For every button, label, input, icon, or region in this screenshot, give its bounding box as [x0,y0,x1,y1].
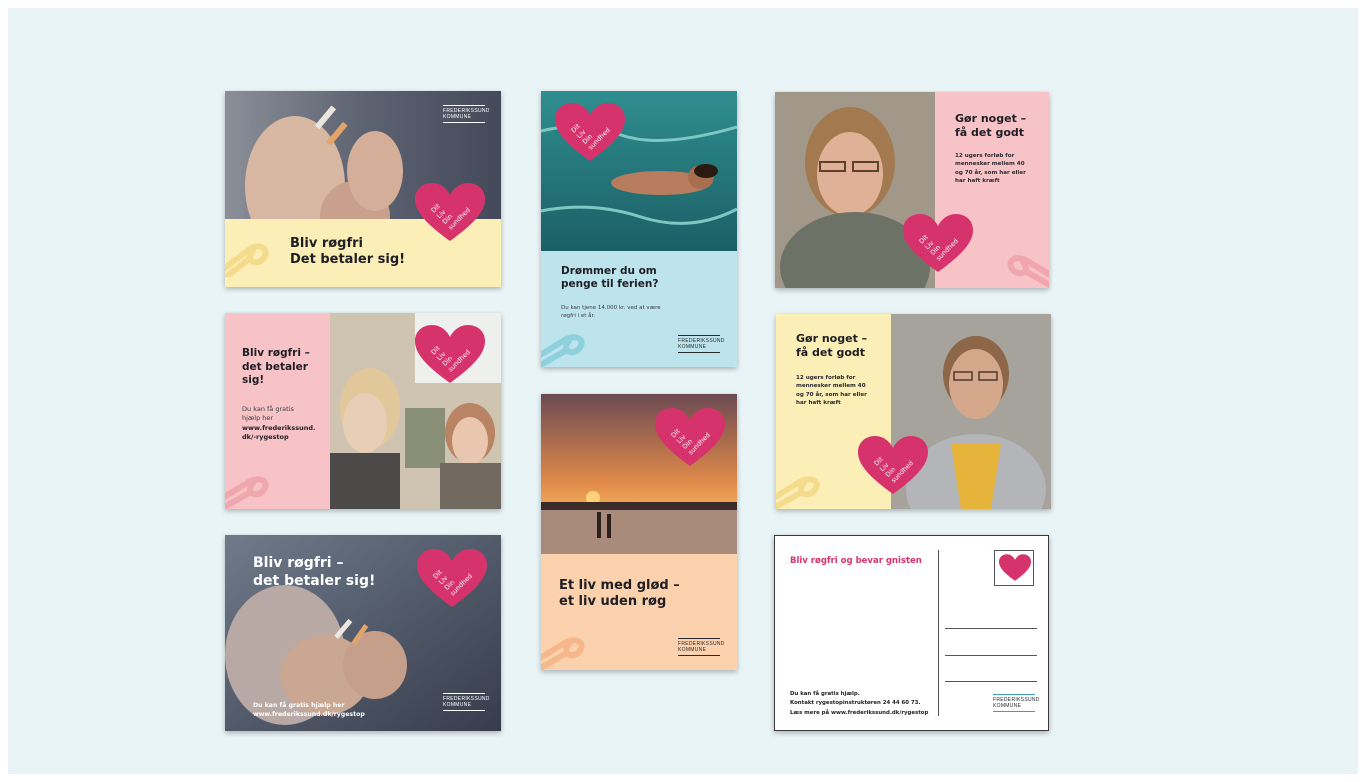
card-headline: Gør noget – få det godt [955,112,1026,140]
card-body: 12 ugers forløb for mennesker mellem 40 … [955,152,1026,186]
brand-wave-decoration [776,469,836,509]
footer-line-2: Kontakt rygestopinstruktøren 24 44 60 73… [790,700,921,707]
dit-liv-din-sundhed-heart-logo: Dit Liv Din sundhed [858,436,928,496]
stamp-box [994,550,1034,586]
card-headline: Gør noget – få det godt [796,332,867,360]
postcard-quit-smoking-dark: Bliv røgfri – det betaler sig! Dit Liv D… [225,535,501,731]
card-headline: Bliv røgfri Det betaler sig! [290,236,405,269]
postcard-quit-smoking-pink: Bliv røgfri – det betaler sig! Du kan få… [225,313,501,509]
card-body: 12 ugers forløb for mennesker mellem 40 … [796,374,867,408]
frederikssund-logo: FREDERIKSSUND KOMMUNE [443,693,490,711]
logo-line-2: KOMMUNE [993,703,1022,709]
frederikssund-logo: FREDERIKSSUND KOMMUNE [678,638,725,656]
body-line-2: hjælp her [242,414,274,423]
heart-stamp-icon [999,554,1031,581]
card-headline: Drømmer du om penge til ferien? [561,265,658,291]
body-line-4: har haft kræft [796,400,841,407]
headline-line-1: Drømmer du om [561,265,657,277]
body-line-3: og 70 år, som har eller [796,391,867,398]
frederikssund-logo: FREDERIKSSUND KOMMUNE [443,105,490,123]
card-headline: Bliv røgfri – det betaler sig! [242,347,310,388]
body-line-2: mennesker mellem 40 [955,161,1025,168]
postcard-footer: Du kan få gratis hjælp. Kontakt rygestop… [790,690,928,718]
headline-line-1: Bliv røgfri – [242,347,310,359]
body-line-1: 12 ugers forløb for [955,153,1015,159]
brand-wave-decoration [225,469,285,509]
website-link-line-2[interactable]: dk/-rygestop [242,433,315,442]
dit-liv-din-sundhed-heart-logo: Dit Liv Din sundhed [417,549,487,609]
postcard-vacation-money-blue: Dit Liv Din sundhed Drømmer du om penge … [541,91,737,367]
dit-liv-din-sundhed-heart-logo: Dit Liv Din sundhed [655,408,725,468]
brand-wave-decoration [991,248,1049,288]
headline-line-2: få det godt [955,125,1025,139]
body-line-2: mennesker mellem 40 [796,383,866,390]
postcard-cancer-course-man: Gør noget – få det godt 12 ugers forløb … [776,314,1051,509]
headline-line-1: Gør noget – [796,332,868,345]
headline-line-1: Gør noget – [955,112,1027,125]
dit-liv-din-sundhed-heart-logo: Dit Liv Din sundhed [903,214,973,274]
headline-line-1: Et liv med glød – [559,578,680,593]
postcard-divider [938,550,939,716]
card-body: Du kan få gratis hjælp her www.frederiks… [242,405,315,443]
address-line-1[interactable] [945,628,1037,629]
headline-line-2: det betaler sig! [253,572,376,589]
frederikssund-logo: FREDERIKSSUND KOMMUNE [993,694,1040,712]
body-line-4: har haft kræft [955,178,1000,185]
logo-line-2: KOMMUNE [678,344,707,350]
headline-line-2: penge til ferien? [561,278,659,291]
headline-line-2: et liv uden røg [559,594,667,610]
headline-line-2: det betaler [242,360,308,373]
headline-line-1: Bliv røgfri – [253,555,344,571]
card-footer: Du kan få gratis hjælp her www.frederiks… [253,701,365,720]
dit-liv-din-sundhed-heart-logo: Dit Liv Din sundhed [555,103,625,163]
card-body: Du kan tjene 14.000 kr. ved at være røgf… [561,304,661,321]
headline-line-3: sig! [242,374,265,387]
address-line-2[interactable] [945,655,1037,656]
footer-line-3: Læs mere på www.frederikssund.dk/rygesto… [790,709,929,716]
frederikssund-logo: FREDERIKSSUND KOMMUNE [678,335,725,353]
headline-line-2: få det godt [796,345,866,359]
postcard-back-side: Bliv røgfri og bevar gnisten Du kan få g… [774,535,1049,731]
body-line-2: røgfri i et år. [561,313,596,320]
card-headline: Et liv med glød – et liv uden røg [559,578,680,611]
logo-line-2: KOMMUNE [678,647,707,653]
body-line-1: Du kan få gratis [242,405,294,413]
dit-liv-din-sundhed-heart-logo: Dit Liv Din sundhed [415,183,485,243]
logo-line-2: KOMMUNE [443,114,472,120]
footer-line-1: Du kan få gratis hjælp. [790,691,860,697]
body-line-1: Du kan tjene 14.000 kr. ved at være [561,305,661,311]
logo-line-2: KOMMUNE [443,702,472,708]
brand-wave-decoration [225,237,285,277]
postcard-life-with-glow-peach: Dit Liv Din sundhed Et liv med glød – et… [541,394,737,670]
body-line-1: 12 ugers forløb for [796,375,856,381]
brand-wave-decoration [541,327,601,367]
postcard-cancer-course-woman: Gør noget – få det godt 12 ugers forløb … [775,92,1049,288]
dit-liv-din-sundhed-heart-logo: Dit Liv Din sundhed [415,325,485,385]
brand-wave-decoration [541,630,601,670]
card-headline: Bliv røgfri – det betaler sig! [253,555,375,590]
body-line-3: og 70 år, som har eller [955,169,1026,176]
postcard-quit-smoking-yellow: Bliv røgfri Det betaler sig! FREDERIKSSU… [225,91,501,287]
footer-website-link[interactable]: www.frederikssund.dk/rygestop [253,710,365,719]
website-link-line-1[interactable]: www.frederikssund. [242,424,315,433]
headline-line-2: Det betaler sig! [290,252,406,268]
postcard-title: Bliv røgfri og bevar gnisten [790,556,922,566]
headline-line-1: Bliv røgfri [290,236,363,251]
footer-line-1: Du kan få gratis hjælp her [253,702,345,709]
address-line-3[interactable] [945,681,1037,682]
